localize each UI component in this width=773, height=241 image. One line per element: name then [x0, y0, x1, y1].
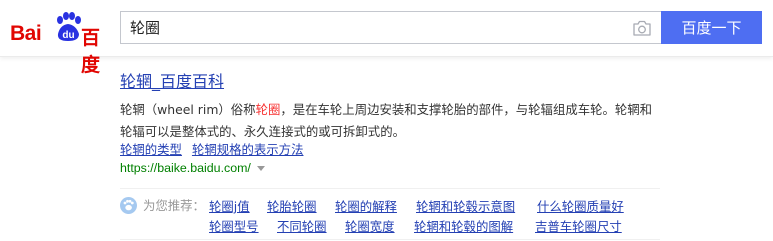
abstract-highlight: 轮圈 [255, 102, 281, 117]
sublink-rim-spec[interactable]: 轮辋规格的表示方法 [192, 142, 304, 157]
abstract-text-pre: 轮辋（wheel rim）俗称 [120, 102, 256, 117]
recommend-link[interactable]: 轮圈j值 [209, 197, 250, 215]
recommend-label-text: 为您推荐： [143, 198, 205, 213]
recommend-link[interactable]: 什么轮圈质量好 [537, 197, 624, 215]
search-input[interactable] [121, 12, 621, 43]
paw-logo-icon: du [54, 12, 82, 42]
paw-icon [120, 196, 137, 214]
recommend-link[interactable]: 不同轮圈 [277, 217, 327, 235]
recommend-link[interactable]: 轮圈型号 [209, 217, 259, 235]
recommend-link[interactable]: 轮圈的解释 [335, 197, 397, 215]
result-title-link[interactable]: 轮辋_百度百科 [120, 68, 224, 92]
result-sublinks: 轮辋的类型 轮辋规格的表示方法 [120, 140, 313, 158]
divider [120, 188, 660, 189]
camera-icon[interactable] [632, 20, 652, 36]
recommend-link[interactable]: 轮辋和轮毂示意图 [416, 197, 515, 215]
search-box [120, 11, 662, 44]
result-url-text: https://baike.baidu.com/ [120, 161, 251, 175]
result-abstract: 轮辋（wheel rim）俗称轮圈，是在车轮上周边安装和支撑轮胎的部件，与轮辐组… [120, 99, 658, 143]
recommend-link[interactable]: 轮辋和轮毂的图解 [414, 217, 513, 235]
header: Bai du 百度 百度一下 [0, 0, 773, 76]
chevron-down-icon[interactable] [256, 166, 265, 172]
recommend-label: 为您推荐： [120, 196, 205, 214]
divider [120, 239, 660, 240]
recommend-link[interactable]: 轮圈宽度 [345, 217, 395, 235]
baidu-logo[interactable]: Bai du 百度 [8, 10, 114, 76]
recommend-link[interactable]: 轮胎轮圈 [267, 197, 317, 215]
search-button[interactable]: 百度一下 [661, 11, 762, 44]
result-url[interactable]: https://baike.baidu.com/ [120, 161, 265, 175]
logo-text-du: du [62, 30, 74, 41]
logo-text-cn: 百度 [81, 27, 100, 76]
logo-text-bai: Bai [10, 22, 42, 45]
sublink-rim-types[interactable]: 轮辋的类型 [120, 142, 182, 157]
recommend-link[interactable]: 吉普车轮圈尺寸 [535, 217, 622, 235]
